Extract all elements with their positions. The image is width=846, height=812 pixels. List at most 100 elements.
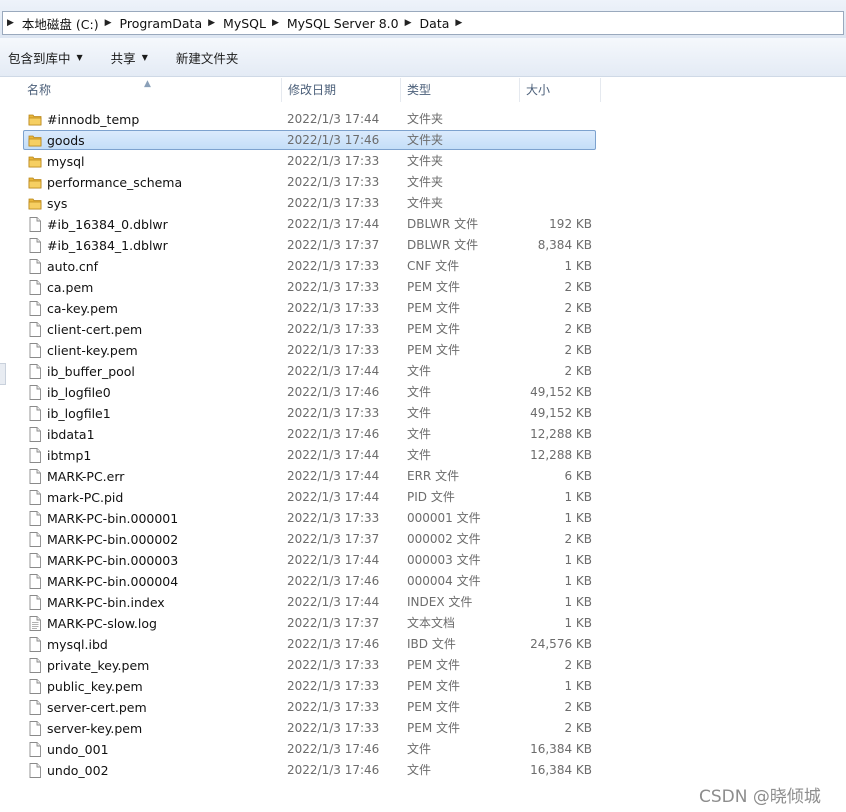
file-row[interactable]: auto.cnf 2022/1/3 17:33 CNF 文件 1 KB [0,256,846,277]
file-name: #innodb_temp [47,112,140,127]
file-size: 16,384 KB [530,742,592,756]
file-row[interactable]: MARK-PC-bin.index 2022/1/3 17:44 INDEX 文件 1… [0,592,846,613]
file-row[interactable]: #ib_16384_0.dblwr 2022/1/3 17:44 DBLWR 文件 1… [0,214,846,235]
file-name: server-key.pem [47,721,143,736]
file-name: MARK-PC-bin.index [47,595,165,610]
file-name: MARK-PC-bin.000004 [47,574,179,589]
breadcrumb-data[interactable]: Data ▶ [416,12,467,34]
file-icon [28,532,42,547]
share-button[interactable]: 共享 ▼ [103,45,156,69]
breadcrumb-local-disk[interactable]: 本地磁盘 (C:) ▶ [18,12,116,34]
breadcrumb-root-arrow-icon[interactable]: ▶ [7,18,14,28]
modified-date: 2022/1/3 17:46 [287,763,380,777]
file-type: ERR 文件 [407,469,460,483]
file-row[interactable]: MARK-PC.err 2022/1/3 17:44 ERR 文件 6 KB [0,466,846,487]
file-row[interactable]: MARK-PC-bin.000003 2022/1/3 17:44 000003 文… [0,550,846,571]
file-type: 文件夹 [407,154,444,168]
file-icon [28,280,42,295]
chevron-right-icon[interactable]: ▶ [272,18,279,28]
file-row[interactable]: private_key.pem 2022/1/3 17:33 PEM 文件 2 KB [0,655,846,676]
column-header-name[interactable]: ▲ 名称 [21,78,282,102]
file-row[interactable]: #ib_16384_1.dblwr 2022/1/3 17:37 DBLWR 文件 8… [0,235,846,256]
file-name: client-key.pem [47,343,138,358]
file-row[interactable]: MARK-PC-bin.000001 2022/1/3 17:33 000001 文… [0,508,846,529]
file-row[interactable]: undo_001 2022/1/3 17:46 文件 16,384 KB [0,739,846,760]
file-row[interactable]: ca-key.pem 2022/1/3 17:33 PEM 文件 2 KB [0,298,846,319]
file-row[interactable]: client-cert.pem 2022/1/3 17:33 PEM 文件 2 KB [0,319,846,340]
file-row[interactable]: server-key.pem 2022/1/3 17:33 PEM 文件 2 KB [0,718,846,739]
file-name: MARK-PC-bin.000001 [47,511,179,526]
file-row[interactable]: server-cert.pem 2022/1/3 17:33 PEM 文件 2 KB [0,697,846,718]
file-row[interactable]: client-key.pem 2022/1/3 17:33 PEM 文件 2 KB [0,340,846,361]
folder-row[interactable]: #innodb_temp 2022/1/3 17:44 文件夹 [0,109,846,130]
column-header-size[interactable]: 大小 [520,78,601,102]
modified-date: 2022/1/3 17:33 [287,511,380,525]
column-headers: ▲ 名称 修改日期 类型 大小 [21,78,601,102]
modified-date: 2022/1/3 17:33 [287,679,380,693]
chevron-right-icon[interactable]: ▶ [405,18,412,28]
file-row[interactable]: mark-PC.pid 2022/1/3 17:44 PID 文件 1 KB [0,487,846,508]
modified-date: 2022/1/3 17:46 [287,574,380,588]
file-name: client-cert.pem [47,322,143,337]
file-name: private_key.pem [47,658,150,673]
file-size: 1 KB [564,679,592,693]
file-name: MARK-PC-slow.log [47,616,157,631]
file-row[interactable]: undo_002 2022/1/3 17:46 文件 16,384 KB [0,760,846,781]
folder-row[interactable]: sys 2022/1/3 17:33 文件夹 [0,193,846,214]
folder-row[interactable]: performance_schema 2022/1/3 17:33 文件夹 [0,172,846,193]
chevron-right-icon[interactable]: ▶ [455,18,462,28]
file-row[interactable]: ibtmp1 2022/1/3 17:44 文件 12,288 KB [0,445,846,466]
file-size: 2 KB [564,658,592,672]
modified-date: 2022/1/3 17:37 [287,532,380,546]
breadcrumb-mysql[interactable]: MySQL ▶ [219,12,283,34]
modified-date: 2022/1/3 17:33 [287,196,380,210]
folder-row[interactable]: mysql 2022/1/3 17:33 文件夹 [0,151,846,172]
breadcrumb-programdata[interactable]: ProgramData ▶ [116,12,220,34]
file-row[interactable]: MARK-PC-bin.000002 2022/1/3 17:37 000002 文… [0,529,846,550]
file-type: CNF 文件 [407,259,460,273]
modified-date: 2022/1/3 17:44 [287,217,380,231]
file-size: 12,288 KB [530,427,592,441]
watermark: CSDN @晓倾城 [699,787,821,807]
file-icon [28,427,42,442]
modified-date: 2022/1/3 17:33 [287,259,380,273]
file-name: ib_logfile0 [47,385,111,400]
chevron-right-icon[interactable]: ▶ [208,18,215,28]
modified-date: 2022/1/3 17:37 [287,238,380,252]
file-size: 1 KB [564,259,592,273]
file-row[interactable]: MARK-PC-slow.log 2022/1/3 17:37 文本文档 1 KB [0,613,846,634]
address-bar[interactable]: ▶ 本地磁盘 (C:) ▶ ProgramData ▶ MySQL ▶ MySQL S… [2,11,844,35]
file-size: 2 KB [564,322,592,336]
file-name: public_key.pem [47,679,143,694]
include-in-library-button[interactable]: 包含到库中 ▼ [0,45,91,69]
file-name: performance_schema [47,175,183,190]
file-icon [28,595,42,610]
folder-row[interactable]: goods 2022/1/3 17:46 文件夹 [0,130,846,151]
file-icon [28,364,42,379]
address-bar-area: ▶ 本地磁盘 (C:) ▶ ProgramData ▶ MySQL ▶ MySQL S… [0,0,846,38]
file-row[interactable]: public_key.pem 2022/1/3 17:33 PEM 文件 1 KB [0,676,846,697]
file-size: 2 KB [564,700,592,714]
file-row[interactable]: ca.pem 2022/1/3 17:33 PEM 文件 2 KB [0,277,846,298]
chevron-right-icon[interactable]: ▶ [105,18,112,28]
file-type: 000002 文件 [407,532,481,546]
file-icon [28,259,42,274]
file-icon [28,469,42,484]
column-header-type[interactable]: 类型 [401,78,520,102]
file-row[interactable]: ib_buffer_pool 2022/1/3 17:44 文件 2 KB [0,361,846,382]
file-row[interactable]: mysql.ibd 2022/1/3 17:46 IBD 文件 24,576 KB [0,634,846,655]
file-row[interactable]: ib_logfile0 2022/1/3 17:46 文件 49,152 KB [0,382,846,403]
file-type: PEM 文件 [407,721,460,735]
file-icon [28,637,42,652]
file-row[interactable]: ib_logfile1 2022/1/3 17:33 文件 49,152 KB [0,403,846,424]
file-size: 1 KB [564,574,592,588]
breadcrumb-mysql-server[interactable]: MySQL Server 8.0 ▶ [283,12,416,34]
column-header-modified[interactable]: 修改日期 [282,78,401,102]
file-icon [28,490,42,505]
file-row[interactable]: ibdata1 2022/1/3 17:46 文件 12,288 KB [0,424,846,445]
file-row[interactable]: MARK-PC-bin.000004 2022/1/3 17:46 000004 文… [0,571,846,592]
new-folder-button[interactable]: 新建文件夹 [168,45,247,69]
modified-date: 2022/1/3 17:33 [287,721,380,735]
modified-date: 2022/1/3 17:44 [287,364,380,378]
file-name: undo_001 [47,742,109,757]
